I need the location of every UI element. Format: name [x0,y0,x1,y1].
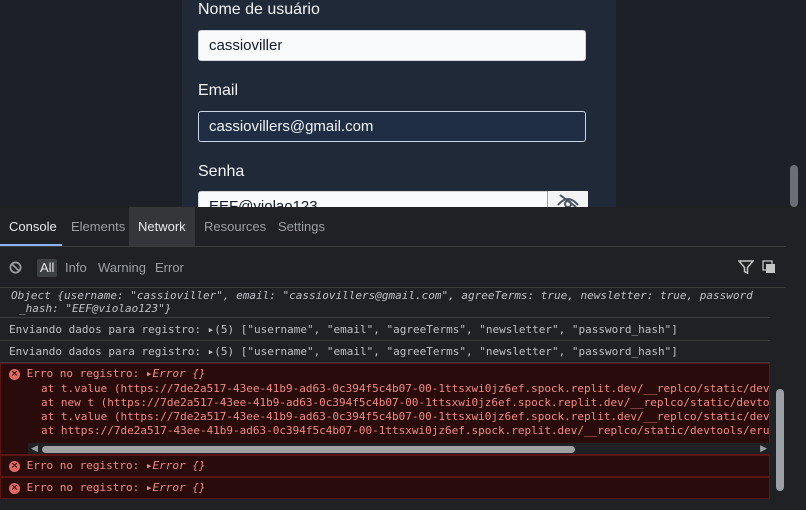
error-label: Erro no registro: [26,367,146,380]
log-send-text: Enviando dados para registro: ▸(5) ["use… [9,323,678,336]
console-filter-bar: All Info Warning Error [0,247,786,288]
stack-line[interactable]: at t.value (https://7de2a517-43ee-41b9-a… [1,382,769,396]
filter-all[interactable]: All [37,259,58,277]
devtools-panel: Console Elements Network Resources Setti… [0,207,806,510]
toggle-password-button[interactable] [547,191,588,207]
page-scrollbar[interactable] [790,165,798,207]
error-icon: × [9,368,20,380]
log-object-line2: _hash: "EEF@violao123"} [19,302,172,315]
copy-icon[interactable] [762,260,776,274]
username-label: Nome de usuário [198,1,320,18]
app-viewport: Nome de usuário cassioviller Email cassi… [0,0,806,207]
devtools-side-strip [786,207,806,510]
tab-console[interactable]: Console [0,207,62,246]
error-object[interactable]: ▸Error {} [146,367,206,380]
tab-network[interactable]: Network [129,207,195,246]
error-label: Erro no registro: [26,481,146,494]
password-label: Senha [198,163,245,180]
email-label: Email [198,82,239,99]
filter-funnel-icon[interactable] [738,260,754,274]
email-field[interactable]: cassiovillers@gmail.com [198,111,586,142]
error-object[interactable]: ▸Error {} [146,481,206,494]
error-icon: × [9,482,20,494]
log-object-line1: Object {username: "cassioviller", email:… [11,289,753,302]
console-log-send-2[interactable]: Enviando dados para registro: ▸(5) ["use… [0,341,770,363]
console-error-collapsed-1[interactable]: × Erro no registro: ▸Error {} [0,455,770,477]
password-field[interactable]: EEF@violao123 [198,191,548,207]
devtools-tabs: Console Elements Network Resources Setti… [0,207,786,247]
stack-line[interactable]: at new t (https://7de2a517-43ee-41b9-ad6… [1,396,769,410]
console-error-expanded[interactable]: × Erro no registro: ▸Error {} at t.value… [0,363,770,455]
console-vertical-scrollbar[interactable] [776,385,784,495]
error-object[interactable]: ▸Error {} [146,459,206,472]
console-error-collapsed-2[interactable]: × Erro no registro: ▸Error {} [0,477,770,499]
error-icon: × [9,460,20,472]
scroll-right-icon[interactable]: ▶ [760,443,767,454]
filter-error[interactable]: Error [155,259,184,277]
vertical-scroll-thumb[interactable] [776,389,784,491]
log-send-text: Enviando dados para registro: ▸(5) ["use… [9,345,678,358]
stack-line[interactable]: at https://7de2a517-43ee-41b9-ad63-0c394… [1,424,769,438]
console-log-object[interactable]: Object {username: "cassioviller", email:… [0,288,770,318]
tab-settings[interactable]: Settings [269,207,331,246]
stack-line[interactable]: at t.value (https://7de2a517-43ee-41b9-a… [1,410,769,424]
tab-elements[interactable]: Elements [62,207,129,246]
eye-off-icon [557,194,579,207]
scroll-left-icon[interactable]: ◀ [31,443,38,454]
console-log-send-1[interactable]: Enviando dados para registro: ▸(5) ["use… [0,319,770,341]
error-label: Erro no registro: [26,459,146,472]
filter-warning[interactable]: Warning [98,259,146,277]
tab-resources[interactable]: Resources [195,207,269,246]
horizontal-scroll-thumb[interactable] [42,446,575,453]
username-field[interactable]: cassioviller [198,30,586,61]
clear-console-icon[interactable] [9,261,22,274]
filter-info[interactable]: Info [65,259,87,277]
horizontal-scrollbar[interactable]: ◀ ▶ [28,443,770,454]
